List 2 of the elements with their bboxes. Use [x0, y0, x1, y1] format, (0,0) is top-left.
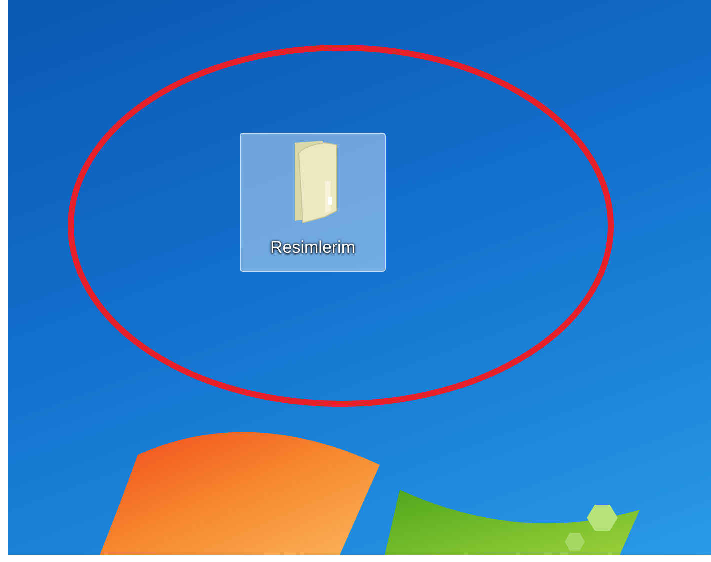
desktop-icon[interactable]: Resimlerim: [240, 133, 386, 272]
icon-label: Resimlerim: [270, 237, 356, 259]
